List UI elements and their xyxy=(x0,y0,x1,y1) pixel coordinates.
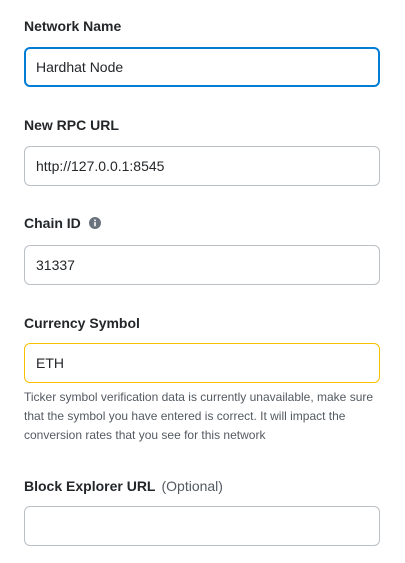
chain-id-label-text: Chain ID xyxy=(24,215,81,231)
network-name-label-text: Network Name xyxy=(24,18,122,34)
block-explorer-label-text: Block Explorer URL xyxy=(24,478,156,494)
rpc-url-input[interactable] xyxy=(24,146,380,186)
currency-symbol-label: Currency Symbol xyxy=(24,315,140,331)
chain-id-label: Chain ID xyxy=(24,215,101,231)
currency-symbol-input[interactable] xyxy=(24,343,380,383)
currency-symbol-label-text: Currency Symbol xyxy=(24,315,140,331)
rpc-url-label-text: New RPC URL xyxy=(24,117,119,133)
info-circle-icon[interactable] xyxy=(88,217,101,229)
rpc-url-label: New RPC URL xyxy=(24,117,119,133)
network-name-label: Network Name xyxy=(24,18,121,34)
optional-tag: (Optional) xyxy=(161,478,223,494)
currency-symbol-warning-text: Ticker symbol verification data is curre… xyxy=(24,390,374,442)
block-explorer-input[interactable] xyxy=(24,506,380,546)
network-name-input[interactable] xyxy=(24,47,380,87)
block-explorer-label: Block Explorer URL (Optional) xyxy=(24,478,223,494)
chain-id-input[interactable] xyxy=(24,245,380,285)
